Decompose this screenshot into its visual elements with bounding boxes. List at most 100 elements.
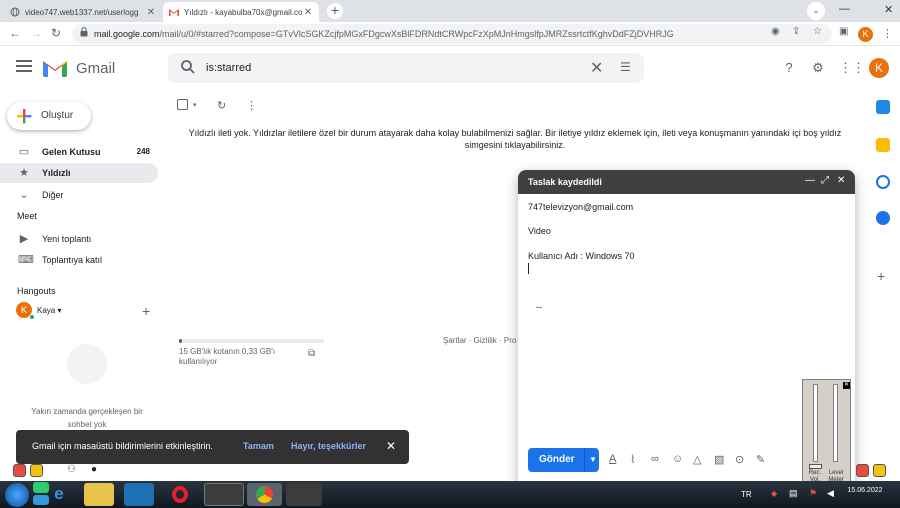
sidebar-item-inbox[interactable]: ▭ Gelen Kutusu 248 <box>0 142 158 162</box>
main-menu-icon[interactable] <box>16 60 32 75</box>
file-explorer-icon[interactable] <box>84 483 114 506</box>
tasks-icon[interactable] <box>876 175 890 189</box>
confidential-icon[interactable]: ⊙ <box>735 453 744 466</box>
signature: -- <box>536 302 542 312</box>
tray-network-icon[interactable]: ▤ <box>789 488 798 499</box>
search-icon[interactable] <box>180 59 196 75</box>
multi-app-icon[interactable] <box>286 483 322 506</box>
compose-header[interactable]: Taslak kaydedildi — ⤢ ✕ <box>518 170 855 194</box>
send-button[interactable]: Gönder ▼ <box>528 448 599 472</box>
more-options-icon[interactable]: ⋮ <box>246 99 257 112</box>
rec-volume-slider[interactable] <box>813 384 818 462</box>
inbox-icon: ▭ <box>18 146 30 158</box>
opera-icon[interactable] <box>165 483 195 506</box>
bookmark-star-icon[interactable]: ☆ <box>813 26 822 37</box>
keep-icon[interactable] <box>876 138 890 152</box>
snackbar-close-icon[interactable]: ✕ <box>386 439 396 453</box>
tab-search-icon[interactable]: ⌄ <box>807 2 825 20</box>
volume-close-icon[interactable]: ✕ <box>843 382 850 389</box>
new-tab-button[interactable]: + <box>327 3 343 19</box>
chrome-icon[interactable] <box>247 483 282 506</box>
level-meter <box>833 384 838 462</box>
search-options-icon[interactable]: ☰ <box>620 60 631 74</box>
desktop-app-icon[interactable] <box>856 464 869 477</box>
recipient-field[interactable]: 747televizyon@gmail.com <box>528 202 633 212</box>
taskbar-app-icon[interactable] <box>33 495 49 505</box>
language-indicator[interactable]: TR <box>741 490 752 499</box>
sidebar-item-more[interactable]: ⌄ Diğer <box>0 185 158 205</box>
media-player-icon[interactable] <box>124 483 154 506</box>
terminal-icon[interactable] <box>204 483 244 506</box>
sidebar-item-new-meeting[interactable]: ▶ Yeni toplantı <box>0 229 158 249</box>
chat-icon[interactable]: ● <box>91 464 97 475</box>
star-icon: ★ <box>19 167 29 179</box>
link-icon[interactable]: ∞ <box>651 453 659 465</box>
unread-count: 248 <box>136 147 150 156</box>
desktop-app-icon[interactable] <box>30 464 43 477</box>
footer-links[interactable]: Şartlar · Gizlilik · Pro <box>443 336 516 345</box>
snackbar-dismiss-button[interactable]: Hayır, teşekkürler <box>291 441 366 451</box>
apps-grid-icon[interactable]: ⋮⋮ <box>839 60 865 76</box>
add-chat-icon[interactable]: + <box>142 303 150 319</box>
desktop-app-icon[interactable] <box>13 464 26 477</box>
browser-tab-gmail[interactable]: Yıldızlı - kayabulba70x@gmail.co ✕ <box>163 2 319 22</box>
start-button[interactable] <box>5 483 29 507</box>
text-format-icon[interactable]: A <box>609 453 616 465</box>
help-icon[interactable]: ? <box>781 60 797 76</box>
contacts-icon[interactable] <box>876 211 890 225</box>
select-all-checkbox[interactable] <box>177 99 188 110</box>
account-avatar[interactable]: K <box>869 58 889 78</box>
settings-gear-icon[interactable]: ⚙ <box>810 60 826 76</box>
select-dropdown-icon[interactable]: ▾ <box>193 101 197 109</box>
send-options-icon[interactable]: ▼ <box>589 455 597 464</box>
tray-app-icon[interactable]: ◆ <box>771 489 777 498</box>
taskbar-clock[interactable]: 15.06.2022 <box>843 486 887 495</box>
storage-bar <box>179 339 324 343</box>
close-tab-icon[interactable]: ✕ <box>146 7 156 18</box>
sidebar-item-starred[interactable]: ★ Yıldızlı <box>0 163 158 183</box>
message-body[interactable]: Kullanıcı Adı : Windows 70 <box>528 251 635 261</box>
desktop-app-icon[interactable] <box>873 464 886 477</box>
photo-icon[interactable]: ▨ <box>714 453 724 466</box>
mail-search-bar[interactable]: is:starred ✕ ☰ <box>168 53 644 83</box>
tray-flag-icon[interactable]: ⚑ <box>809 488 817 499</box>
speaker-icon[interactable]: ◀ <box>827 488 834 499</box>
browser-tab-video747[interactable]: video747.web1337.net/userlogg ✕ <box>4 2 162 22</box>
refresh-icon[interactable]: ↻ <box>217 99 226 112</box>
fullscreen-compose-icon[interactable]: ⤢ <box>821 175 829 186</box>
get-addons-icon[interactable]: + <box>877 268 885 284</box>
search-input[interactable]: is:starred <box>206 62 251 74</box>
browser-profile-avatar[interactable]: K <box>858 27 873 42</box>
video-icon: ▶ <box>19 233 29 245</box>
close-tab-icon[interactable]: ✕ <box>303 7 313 18</box>
snackbar-ok-button[interactable]: Tamam <box>243 441 274 451</box>
reload-icon[interactable]: ↻ <box>51 26 61 40</box>
hangouts-user-name[interactable]: Kaya ▾ <box>37 306 61 315</box>
sidepanel-icon[interactable]: ▣ <box>839 26 848 37</box>
open-storage-icon[interactable]: ⧉ <box>308 348 315 359</box>
drive-icon[interactable]: △ <box>693 453 701 466</box>
signature-pen-icon[interactable]: ✎ <box>756 453 765 466</box>
rec-volume-thumb[interactable] <box>809 464 822 469</box>
subject-field[interactable]: Video <box>528 226 551 236</box>
omnibox[interactable]: mail.google.com/mail/u/0/#starred?compos… <box>72 24 832 44</box>
taskbar-app-icon[interactable] <box>33 482 49 493</box>
eye-icon[interactable]: ◉ <box>771 26 780 37</box>
gmail-wordmark: Gmail <box>76 60 116 77</box>
sidebar-item-join-meeting[interactable]: ⌨ Toplantıya katıl <box>0 250 158 270</box>
minimize-icon[interactable]: — <box>839 3 850 15</box>
emoji-icon[interactable]: ☺ <box>672 453 683 465</box>
browser-menu-icon[interactable]: ⋮ <box>882 27 893 40</box>
share-icon[interactable]: ⇪ <box>792 26 800 37</box>
close-compose-icon[interactable]: ✕ <box>837 175 845 186</box>
window-close-icon[interactable]: ✕ <box>884 3 893 16</box>
person-icon[interactable]: ⚇ <box>67 464 76 475</box>
back-icon[interactable]: ← <box>9 26 21 40</box>
calendar-icon[interactable] <box>876 100 890 114</box>
minimize-compose-icon[interactable]: — <box>805 175 815 186</box>
internet-explorer-icon[interactable]: e <box>48 483 70 506</box>
clear-search-icon[interactable]: ✕ <box>590 58 603 78</box>
compose-button[interactable]: Oluştur <box>7 102 91 130</box>
forward-icon[interactable]: → <box>30 26 42 40</box>
attach-icon[interactable]: ⌇ <box>630 453 635 466</box>
